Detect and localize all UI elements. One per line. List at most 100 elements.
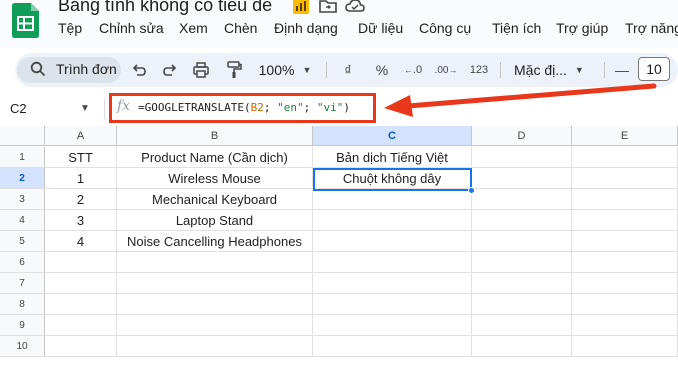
cell-c6[interactable] xyxy=(313,252,472,273)
sheets-logo-icon[interactable] xyxy=(12,3,39,38)
font-size-input[interactable]: 10 xyxy=(638,57,670,81)
row-header[interactable]: 2 xyxy=(0,168,45,189)
toolbar-divider xyxy=(604,62,605,78)
menu-format[interactable]: Định dạng xyxy=(274,20,338,36)
cell-d6[interactable] xyxy=(472,252,572,273)
document-title[interactable]: Bảng tính không có tiêu đề xyxy=(58,0,272,16)
cell-e2[interactable] xyxy=(572,168,678,189)
cell-e4[interactable] xyxy=(572,210,678,231)
select-all-corner[interactable] xyxy=(0,126,45,146)
cell-a10[interactable] xyxy=(45,336,117,357)
cell-b9[interactable] xyxy=(117,315,313,336)
chevron-down-icon[interactable]: ▼ xyxy=(80,96,90,122)
column-header-c[interactable]: C xyxy=(313,126,472,146)
cell-b7[interactable] xyxy=(117,273,313,294)
cell-a8[interactable] xyxy=(45,294,117,315)
column-header-a[interactable]: A xyxy=(45,126,117,146)
zoom-select[interactable]: 100% ▼ xyxy=(250,53,320,87)
cell-d9[interactable] xyxy=(472,315,572,336)
cell-e9[interactable] xyxy=(572,315,678,336)
menu-file[interactable]: Tệp xyxy=(58,20,82,36)
active-cell-outline xyxy=(313,168,472,191)
cell-c9[interactable] xyxy=(313,315,472,336)
cell-a5[interactable]: 4 xyxy=(45,231,117,252)
cell-e8[interactable] xyxy=(572,294,678,315)
cell-a1[interactable]: STT xyxy=(45,147,117,168)
cell-e1[interactable] xyxy=(572,147,678,168)
menu-tools[interactable]: Công cụ xyxy=(419,20,471,36)
annotation-highlight-box xyxy=(109,93,376,123)
format-currency-button[interactable]: ₫ xyxy=(336,53,360,87)
menu-insert[interactable]: Chèn xyxy=(224,20,257,36)
cell-c3[interactable] xyxy=(313,189,472,210)
cell-d3[interactable] xyxy=(472,189,572,210)
annotation-arrow-icon xyxy=(384,83,657,117)
cell-b3[interactable]: Mechanical Keyboard xyxy=(117,189,313,210)
cell-c10[interactable] xyxy=(313,336,472,357)
column-header-b[interactable]: B xyxy=(117,126,313,146)
menu-data[interactable]: Dữ liệu xyxy=(358,20,403,36)
cell-d10[interactable] xyxy=(472,336,572,357)
font-size-value: 10 xyxy=(646,61,662,77)
menu-help[interactable]: Trợ giúp xyxy=(556,20,608,36)
row-header[interactable]: 3 xyxy=(0,189,45,210)
row-header[interactable]: 6 xyxy=(0,252,45,273)
name-box[interactable]: C2 xyxy=(10,96,27,122)
row-header[interactable]: 8 xyxy=(0,294,45,315)
row-header[interactable]: 4 xyxy=(0,210,45,231)
slideshow-insights-icon[interactable] xyxy=(291,0,311,16)
cell-d1[interactable] xyxy=(472,147,572,168)
menu-extensions[interactable]: Tiện ích xyxy=(492,20,541,36)
row-header[interactable]: 7 xyxy=(0,273,45,294)
cell-d8[interactable] xyxy=(472,294,572,315)
cloud-saved-icon[interactable] xyxy=(344,0,366,16)
fill-handle[interactable] xyxy=(468,187,475,194)
cell-a6[interactable] xyxy=(45,252,117,273)
move-folder-icon[interactable] xyxy=(318,0,338,16)
cell-e5[interactable] xyxy=(572,231,678,252)
redo-icon[interactable] xyxy=(162,62,178,78)
chevron-down-icon: ▼ xyxy=(302,65,312,75)
row-header[interactable]: 10 xyxy=(0,336,45,357)
cell-a7[interactable] xyxy=(45,273,117,294)
cell-b2[interactable]: Wireless Mouse xyxy=(117,168,313,189)
row-header[interactable]: 1 xyxy=(0,147,45,168)
cell-b5[interactable]: Noise Cancelling Headphones xyxy=(117,231,313,252)
menu-edit[interactable]: Chỉnh sửa xyxy=(99,20,164,36)
column-header-d[interactable]: D xyxy=(472,126,572,146)
row-header[interactable]: 5 xyxy=(0,231,45,252)
cell-c8[interactable] xyxy=(313,294,472,315)
formula-divider xyxy=(104,99,105,119)
arrow-left-icon: ← xyxy=(403,65,413,75)
paint-format-icon[interactable] xyxy=(225,60,243,80)
cell-d7[interactable] xyxy=(472,273,572,294)
cell-a2[interactable]: 1 xyxy=(45,168,117,189)
cell-e6[interactable] xyxy=(572,252,678,273)
cell-e10[interactable] xyxy=(572,336,678,357)
font-family-value: Mặc đị... xyxy=(514,62,567,78)
cell-b1[interactable]: Product Name (Cần dịch) xyxy=(117,147,313,168)
cell-a3[interactable]: 2 xyxy=(45,189,117,210)
cell-b10[interactable] xyxy=(117,336,313,357)
cell-c7[interactable] xyxy=(313,273,472,294)
cell-e7[interactable] xyxy=(572,273,678,294)
cell-a9[interactable] xyxy=(45,315,117,336)
cell-b6[interactable] xyxy=(117,252,313,273)
row-header[interactable]: 9 xyxy=(0,315,45,336)
undo-icon[interactable] xyxy=(131,62,147,78)
decimal-increase-label: .00 xyxy=(434,64,449,76)
cell-b8[interactable] xyxy=(117,294,313,315)
cell-a4[interactable]: 3 xyxy=(45,210,117,231)
cell-c5[interactable] xyxy=(313,231,472,252)
menu-accessibility[interactable]: Trợ năng xyxy=(625,20,678,36)
cell-c1[interactable]: Bản dịch Tiếng Việt xyxy=(313,147,472,168)
cell-c4[interactable] xyxy=(313,210,472,231)
cell-d2[interactable] xyxy=(472,168,572,189)
print-icon[interactable] xyxy=(192,61,210,79)
cell-d4[interactable] xyxy=(472,210,572,231)
cell-d5[interactable] xyxy=(472,231,572,252)
column-header-e[interactable]: E xyxy=(572,126,678,146)
cell-b4[interactable]: Laptop Stand xyxy=(117,210,313,231)
cell-e3[interactable] xyxy=(572,189,678,210)
menu-view[interactable]: Xem xyxy=(179,20,208,36)
